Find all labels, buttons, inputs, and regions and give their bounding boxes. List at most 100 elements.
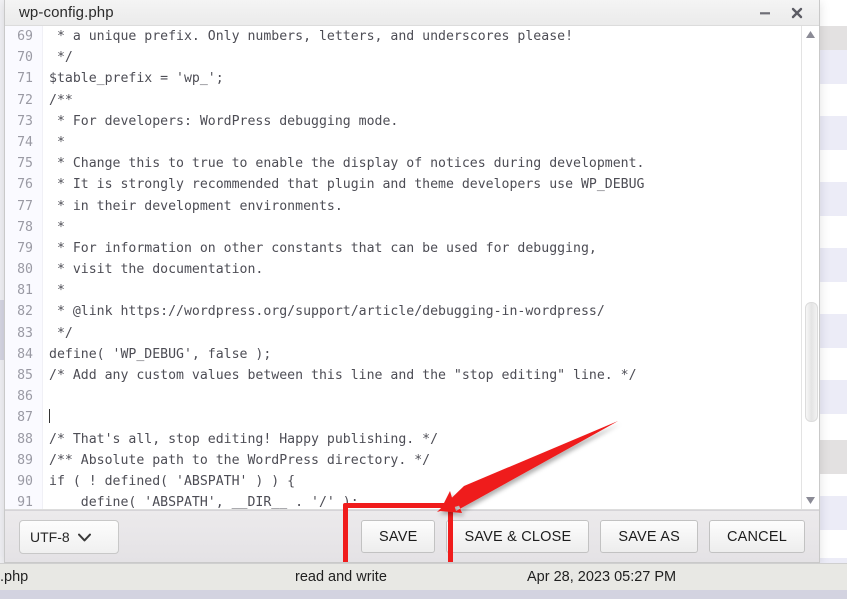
- code-line-text: /* That's all, stop editing! Happy publi…: [49, 431, 439, 447]
- status-bar: .php read and write Apr 28, 2023 05:27 P…: [0, 563, 847, 590]
- line-number: 77: [5, 195, 43, 217]
- background-row: [820, 474, 847, 496]
- file-editor-window: wp-config.php 69 * a unique prefix. Only…: [4, 0, 820, 563]
- background-row: [820, 440, 847, 474]
- screenshot-root: wp-config.php 69 * a unique prefix. Only…: [0, 0, 847, 599]
- line-number: 70: [5, 47, 43, 69]
- background-row: [820, 26, 847, 50]
- code-text-area[interactable]: 69 * a unique prefix. Only numbers, lett…: [5, 26, 801, 509]
- editor-toolbar: UTF-8 SAVE SAVE & CLOSE SAVE AS CANCEL: [5, 503, 819, 562]
- status-permissions: read and write: [295, 569, 387, 585]
- code-line-text: * Change this to true to enable the disp…: [49, 156, 645, 172]
- encoding-value: UTF-8: [30, 528, 70, 545]
- background-row: [820, 414, 847, 440]
- code-line: 76 * It is strongly recommended that plu…: [5, 174, 801, 196]
- save-button[interactable]: SAVE: [361, 520, 436, 553]
- scroll-up-icon[interactable]: [802, 26, 819, 43]
- code-line: 78 *: [5, 216, 801, 238]
- code-line-text: * For information on other constants tha…: [49, 240, 597, 256]
- line-number: 87: [5, 407, 43, 429]
- background-row: [820, 50, 847, 84]
- line-number: 79: [5, 237, 43, 260]
- line-number: 91: [5, 492, 43, 509]
- code-line-text: *: [49, 219, 65, 235]
- background-row: [820, 248, 847, 282]
- cancel-button[interactable]: CANCEL: [708, 520, 805, 553]
- code-line: 87: [5, 407, 801, 429]
- line-number: 76: [5, 174, 43, 196]
- line-number: 84: [5, 343, 43, 365]
- save-as-button[interactable]: SAVE AS: [600, 520, 698, 553]
- background-row: [820, 116, 847, 150]
- code-line-text: *: [49, 283, 65, 299]
- code-line-text: define( 'ABSPATH', __DIR__ . '/' );: [49, 495, 359, 509]
- background-row: [820, 150, 847, 182]
- editor-body: 69 * a unique prefix. Only numbers, lett…: [5, 26, 819, 510]
- line-number: 85: [5, 365, 43, 387]
- toolbar-button-row: SAVE SAVE & CLOSE SAVE AS CANCEL: [343, 503, 805, 562]
- save-button-highlight-wrap: SAVE: [343, 503, 454, 562]
- code-line-text: define( 'WP_DEBUG', false );: [49, 346, 272, 362]
- background-row: [820, 380, 847, 414]
- code-line-text: /* Add any custom values between this li…: [49, 368, 637, 383]
- line-number: 81: [5, 280, 43, 302]
- code-line-text: * It is strongly recommended that plugin…: [49, 177, 645, 193]
- vertical-scrollbar[interactable]: [801, 26, 819, 509]
- scrollbar-track[interactable]: [802, 43, 819, 492]
- code-line-text: * @link https://wordpress.org/support/ar…: [49, 304, 605, 320]
- code-line: 80 * visit the documentation.: [5, 259, 801, 281]
- code-line-text: * in their development environments.: [49, 198, 343, 214]
- window-controls: [749, 1, 813, 25]
- line-number: 90: [5, 470, 43, 493]
- background-row: [820, 216, 847, 248]
- scroll-down-icon[interactable]: [802, 492, 819, 509]
- code-line: 75 * Change this to true to enable the d…: [5, 153, 801, 175]
- background-row: [820, 348, 847, 380]
- code-line: 79 * For information on other constants …: [5, 237, 801, 260]
- code-line: 73 * For developers: WordPress debugging…: [5, 110, 801, 132]
- code-line: 70 */: [5, 47, 801, 69]
- code-line: 83 */: [5, 322, 801, 344]
- code-line-text: [43, 407, 50, 428]
- code-line: 89 /** Absolute path to the WordPress dir…: [5, 449, 801, 471]
- text-caret: [49, 409, 50, 424]
- line-number: 86: [5, 386, 43, 408]
- window-titlebar: wp-config.php: [5, 0, 819, 26]
- status-modified-date: Apr 28, 2023 05:27 PM: [527, 569, 677, 585]
- line-number: 88: [5, 428, 43, 450]
- code-line: 71 $table_prefix = 'wp_';: [5, 68, 801, 90]
- line-number: 75: [5, 153, 43, 175]
- code-line-text: * a unique prefix. Only numbers, letters…: [49, 29, 574, 44]
- code-line-text: * visit the documentation.: [49, 262, 264, 278]
- line-number: 83: [5, 322, 43, 344]
- line-number: 71: [5, 68, 43, 90]
- code-line-text: /**: [49, 92, 73, 108]
- code-line: 81 *: [5, 280, 801, 302]
- close-icon[interactable]: [781, 1, 813, 25]
- minimize-icon[interactable]: [749, 1, 781, 25]
- code-line: 69 * a unique prefix. Only numbers, lett…: [5, 26, 801, 48]
- background-row: [820, 182, 847, 216]
- code-line-text: *: [49, 134, 65, 150]
- line-number: 82: [5, 301, 43, 323]
- line-number: 89: [5, 449, 43, 471]
- encoding-select[interactable]: UTF-8: [19, 519, 119, 554]
- window-title: wp-config.php: [19, 4, 114, 21]
- code-line: 84 define( 'WP_DEBUG', false );: [5, 343, 801, 365]
- background-row: [820, 84, 847, 116]
- line-number: 78: [5, 216, 43, 238]
- code-line-text: */: [49, 50, 73, 66]
- code-line: 88 /* That's all, stop editing! Happy pub…: [5, 428, 801, 450]
- scrollbar-thumb[interactable]: [805, 302, 818, 422]
- background-table-stripes: [820, 26, 847, 598]
- code-line: 86: [5, 386, 801, 408]
- code-line-text: * For developers: WordPress debugging mo…: [49, 113, 399, 129]
- code-line: 90 if ( ! defined( 'ABSPATH' ) ) {: [5, 470, 801, 493]
- window-bottom-strip: [0, 590, 847, 599]
- save-close-button[interactable]: SAVE & CLOSE: [446, 520, 590, 553]
- code-line: 72 /**: [5, 89, 801, 111]
- code-line-text: [43, 386, 49, 407]
- background-row: [820, 314, 847, 348]
- line-number: 72: [5, 89, 43, 111]
- code-line: 85 /* Add any custom values between this …: [5, 365, 801, 387]
